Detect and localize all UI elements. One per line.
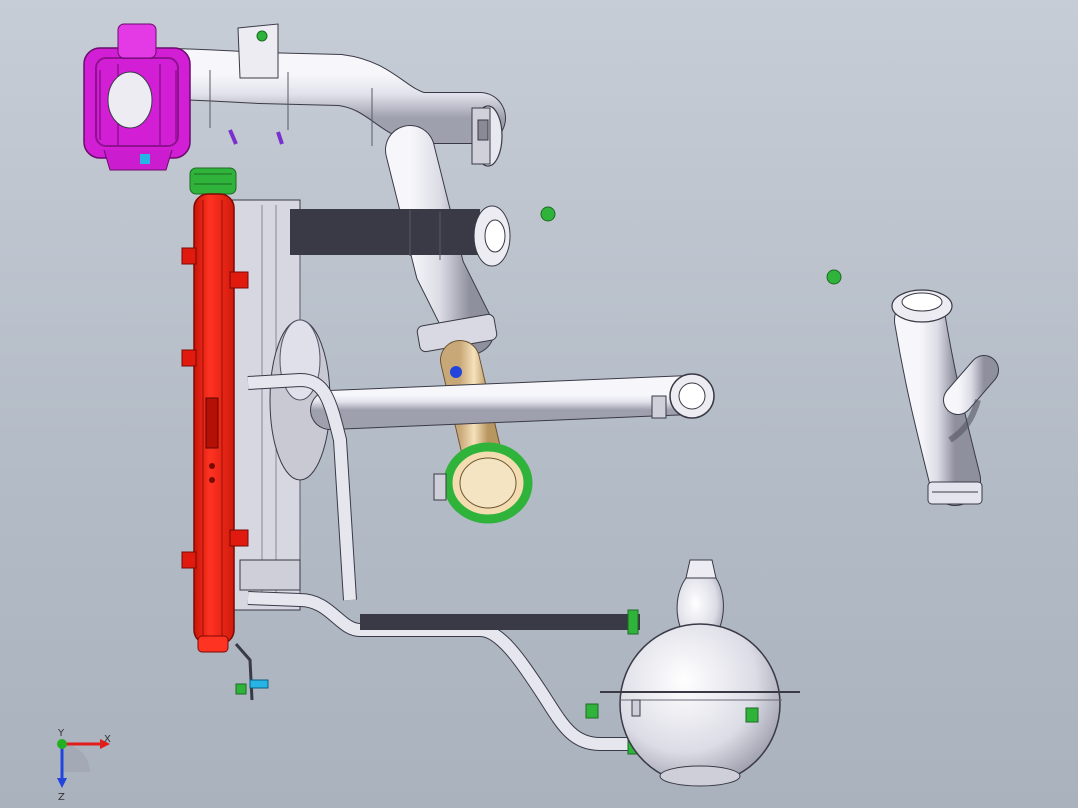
thermostat-outlet-hose[interactable] xyxy=(891,289,999,506)
y-axis-dot xyxy=(57,739,67,749)
coolant-filler-cap[interactable] xyxy=(83,23,191,171)
x-axis-label: X xyxy=(104,734,111,745)
bleed-line[interactable] xyxy=(247,591,640,755)
y-axis-label: Y xyxy=(57,728,65,739)
intermediate-hose[interactable] xyxy=(290,125,842,355)
z-axis-label: Z xyxy=(58,792,65,803)
axis-triad: X Y Z xyxy=(57,728,111,803)
expansion-tank[interactable] xyxy=(585,559,800,787)
cad-viewport[interactable]: X Y Z xyxy=(0,0,1078,808)
assembly-scene[interactable]: X Y Z xyxy=(0,0,1078,808)
